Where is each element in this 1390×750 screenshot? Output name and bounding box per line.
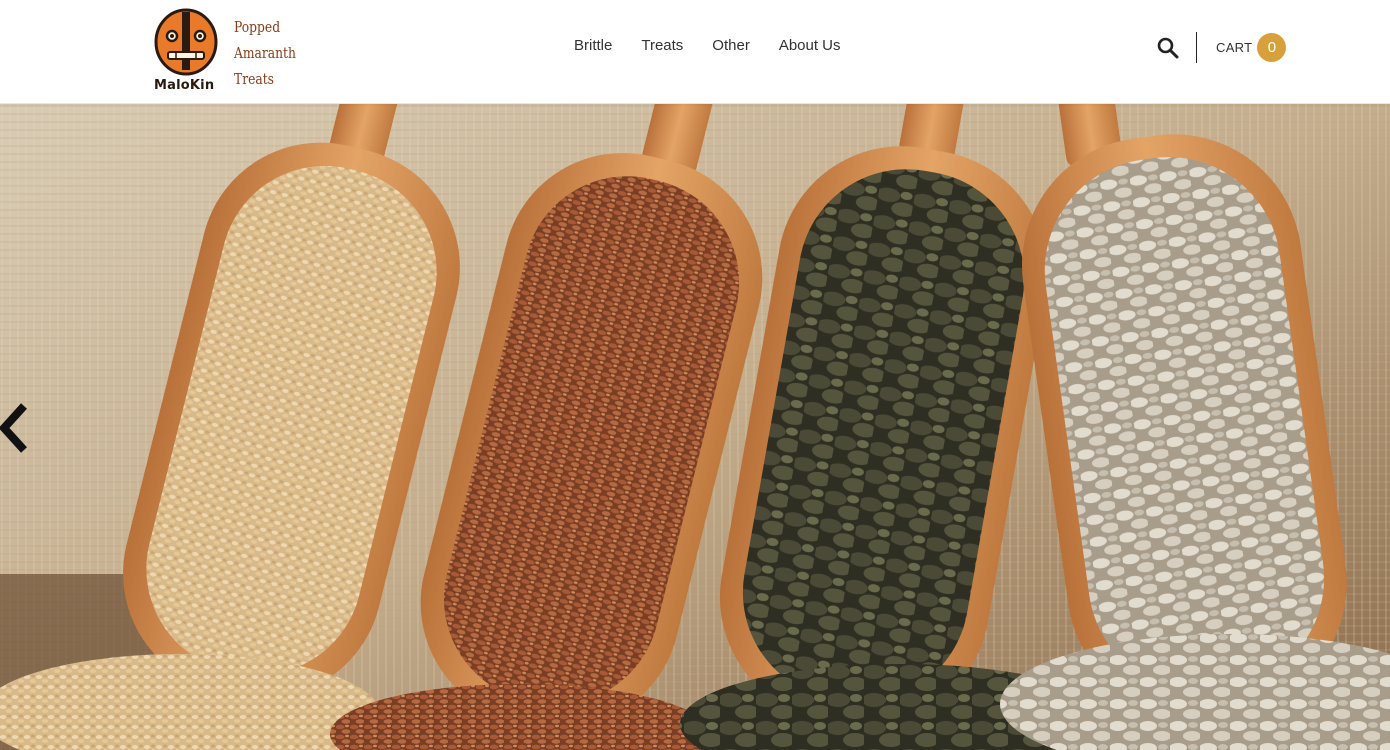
nav-item-brittle[interactable]: Brittle <box>574 37 612 55</box>
chevron-left-icon <box>0 403 27 453</box>
logo-link[interactable]: MaloKin Popped Amaranth Treats <box>152 8 302 93</box>
logo-tagline-line-2: Amaranth <box>234 44 296 62</box>
cart-label: CART <box>1216 40 1253 55</box>
hero-slider <box>0 104 1390 750</box>
logo-brand-name: MaloKin <box>154 78 215 93</box>
nav-item-treats[interactable]: Treats <box>641 37 683 55</box>
search-button[interactable] <box>1156 36 1180 60</box>
slider-prev-button[interactable] <box>0 400 30 456</box>
cart-button[interactable]: CART 0 <box>1216 32 1287 63</box>
site-header: MaloKin Popped Amaranth Treats Brittle T… <box>0 0 1390 104</box>
logo-tagline-line-3: Treats <box>234 70 274 88</box>
search-icon <box>1157 37 1179 59</box>
hero-image-seed-scoops <box>0 104 1390 750</box>
main-nav: Brittle Treats Other About Us <box>574 37 870 55</box>
header-divider <box>1196 32 1197 63</box>
nav-item-about-us[interactable]: About Us <box>779 37 841 55</box>
logo-tagline: Popped Amaranth Treats <box>234 14 296 92</box>
nav-item-other[interactable]: Other <box>712 37 750 55</box>
cart-count-badge: 0 <box>1257 33 1287 62</box>
logo-tagline-line-1: Popped <box>234 18 281 36</box>
